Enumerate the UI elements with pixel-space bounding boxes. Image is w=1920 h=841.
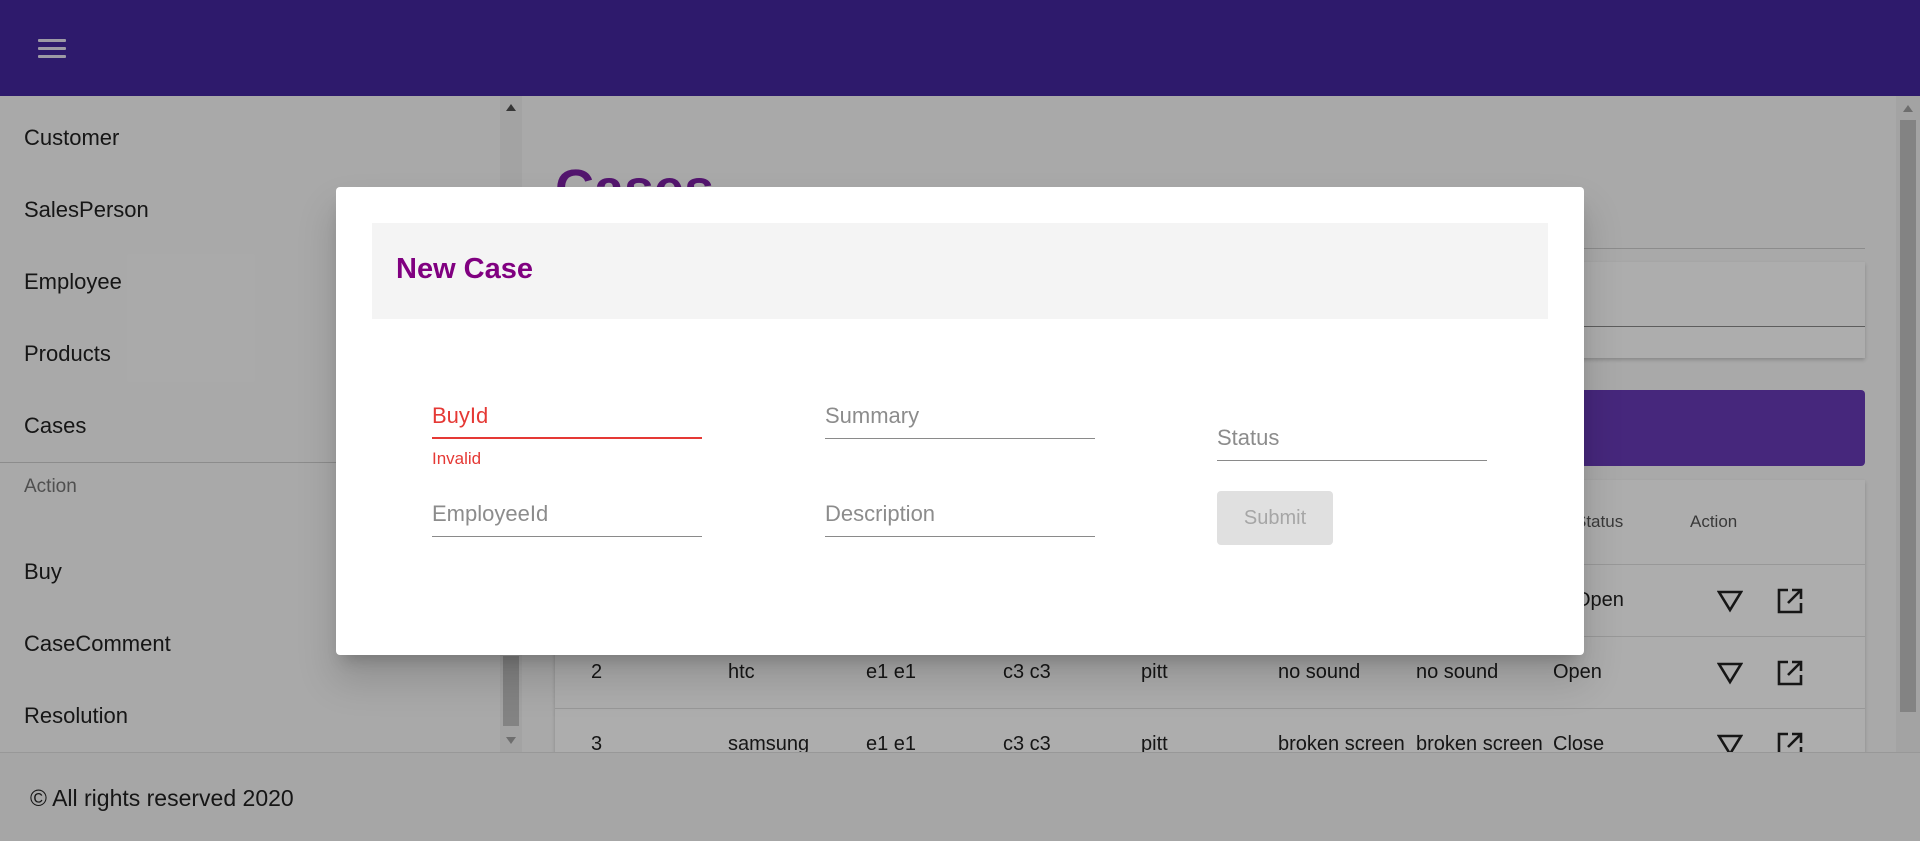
status-underline (1217, 460, 1487, 461)
summary-field[interactable]: Summary (825, 399, 1095, 439)
buyid-underline (432, 437, 702, 439)
dialog-header: New Case (372, 223, 1548, 319)
description-field[interactable]: Description (825, 497, 1095, 537)
status-label: Status (1217, 425, 1280, 450)
employeeid-underline (432, 536, 702, 537)
dialog-title: New Case (396, 253, 534, 285)
description-underline (825, 536, 1095, 537)
buyid-error: Invalid (432, 449, 482, 468)
new-case-dialog: New Case BuyId Invalid Summary Status Em… (336, 187, 1584, 655)
buyid-label: BuyId (432, 403, 489, 428)
employeeid-label: EmployeeId (432, 501, 549, 526)
summary-label: Summary (825, 403, 920, 428)
submit-button[interactable]: Submit (1217, 491, 1333, 545)
summary-underline (825, 438, 1095, 439)
employeeid-field[interactable]: EmployeeId (432, 497, 702, 537)
description-label: Description (825, 501, 936, 526)
status-field[interactable]: Status (1217, 421, 1487, 461)
buyid-field[interactable]: BuyId (432, 399, 702, 439)
